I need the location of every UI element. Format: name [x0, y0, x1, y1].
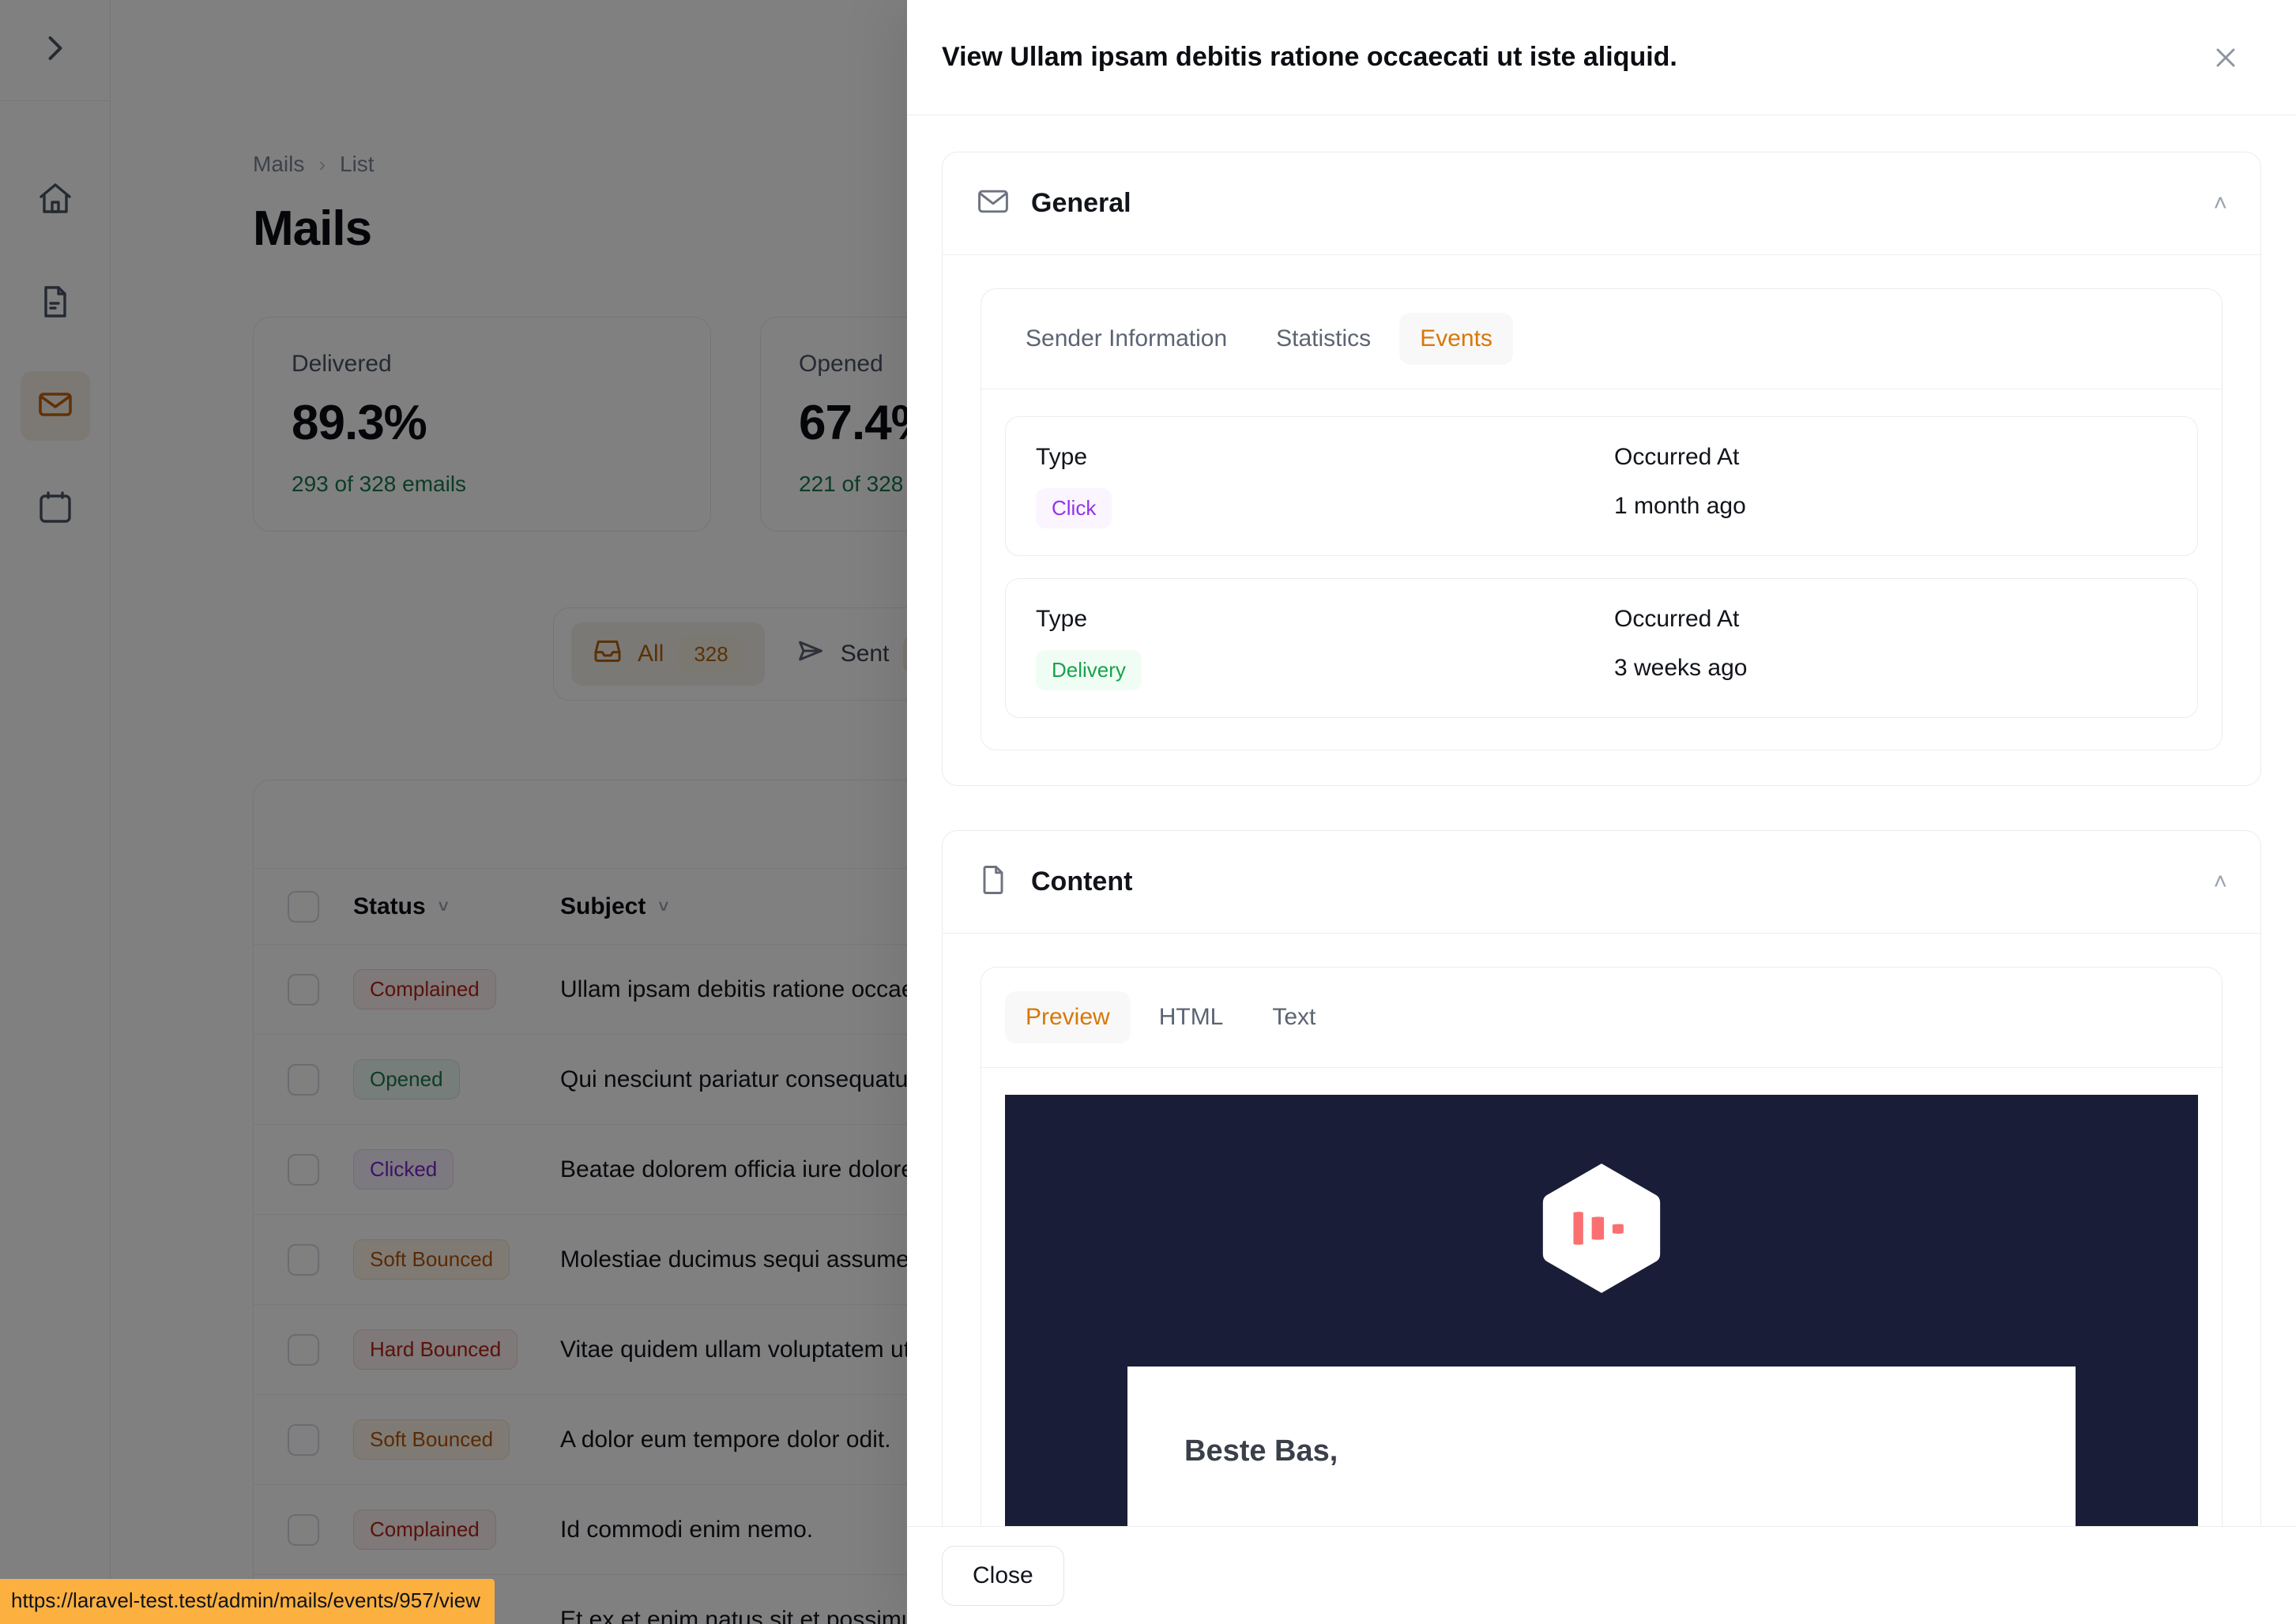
- chevron-up-icon[interactable]: ˄: [2213, 869, 2227, 896]
- event-row[interactable]: Type Delivery Occurred At 3 weeks ago: [1005, 578, 2198, 718]
- close-button[interactable]: Close: [942, 1546, 1064, 1606]
- status-bar-url: https://laravel-test.test/admin/mails/ev…: [0, 1579, 495, 1624]
- content-section: Content ˄ Preview HTML Text: [942, 830, 2261, 1526]
- content-section-title: Content: [1031, 867, 1132, 897]
- content-tabstrip: Preview HTML Text: [1005, 991, 2198, 1043]
- email-greeting: Beste Bas,: [1184, 1434, 2019, 1468]
- general-section-header[interactable]: General ˄: [943, 152, 2260, 255]
- modal-backdrop[interactable]: [0, 0, 907, 1624]
- modal-footer: Close: [907, 1526, 2296, 1624]
- general-tabstrip: Sender Information Statistics Events: [1005, 313, 2198, 365]
- modal-header: View Ullam ipsam debitis ratione occaeca…: [907, 0, 2296, 115]
- general-section: General ˄ Sender Information Statistics …: [942, 152, 2261, 786]
- event-row[interactable]: Type Click Occurred At 1 month ago: [1005, 416, 2198, 556]
- general-tabs-card: Sender Information Statistics Events Typ…: [981, 288, 2223, 750]
- close-icon[interactable]: [2204, 36, 2247, 79]
- tab-text[interactable]: Text: [1252, 991, 1336, 1043]
- modal-body: General ˄ Sender Information Statistics …: [907, 115, 2296, 1526]
- envelope-icon: [976, 184, 1011, 223]
- vormkracht10-hexagon-logo-icon: [1540, 1161, 1663, 1295]
- event-type-badge: Click: [1036, 488, 1112, 528]
- event-type-badge: Delivery: [1036, 650, 1142, 690]
- event-occurred-label: Occurred At: [1614, 606, 2167, 633]
- event-type-label: Type: [1036, 606, 1589, 633]
- event-occurred-label: Occurred At: [1614, 444, 2167, 471]
- events-list: Type Click Occurred At 1 month ago: [981, 389, 2222, 750]
- content-section-header[interactable]: Content ˄: [943, 831, 2260, 934]
- tab-preview[interactable]: Preview: [1005, 991, 1131, 1043]
- event-occurred-value: 3 weeks ago: [1614, 655, 2167, 682]
- event-occurred-value: 1 month ago: [1614, 493, 2167, 520]
- general-section-title: General: [1031, 188, 1131, 219]
- tab-events[interactable]: Events: [1399, 313, 1513, 365]
- tab-html[interactable]: HTML: [1139, 991, 1244, 1043]
- email-body-card: Beste Bas, Klik op onderstaande knop om …: [1127, 1366, 2076, 1526]
- tab-statistics[interactable]: Statistics: [1255, 313, 1391, 365]
- chevron-up-icon[interactable]: ˄: [2213, 190, 2227, 217]
- tab-sender-information[interactable]: Sender Information: [1005, 313, 1248, 365]
- view-mail-modal: View Ullam ipsam debitis ratione occaeca…: [907, 0, 2296, 1624]
- event-type-label: Type: [1036, 444, 1589, 471]
- modal-title: View Ullam ipsam debitis ratione occaeca…: [942, 42, 1677, 73]
- email-preview: Beste Bas, Klik op onderstaande knop om …: [1005, 1095, 2198, 1526]
- content-tabs-card: Preview HTML Text: [981, 967, 2223, 1526]
- document-icon: [976, 863, 1011, 901]
